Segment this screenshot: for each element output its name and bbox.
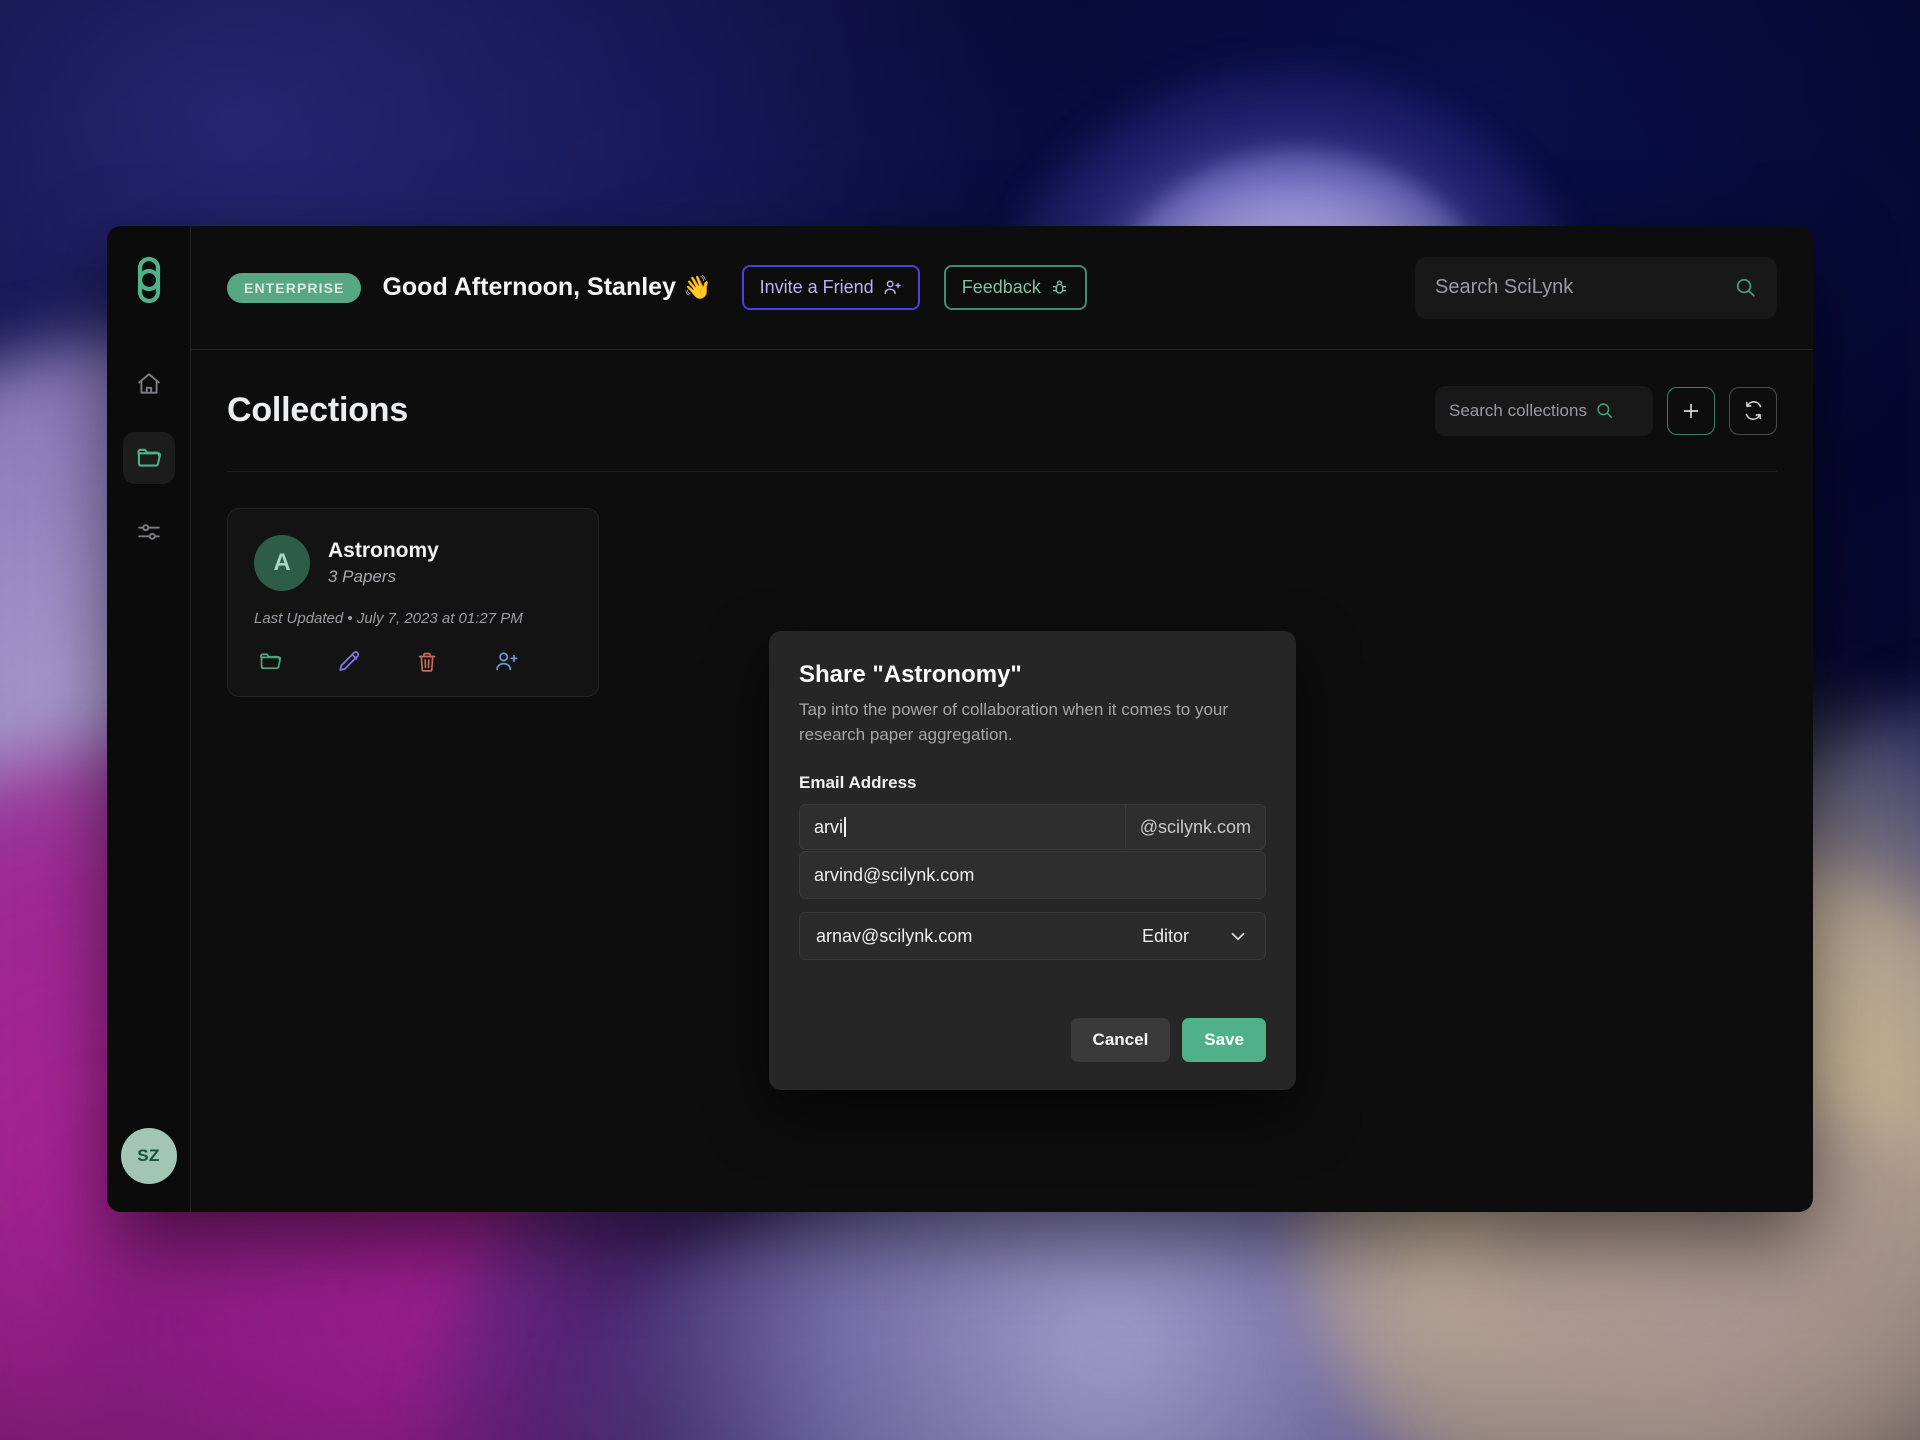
invite-a-friend-label: Invite a Friend [759,277,874,297]
app-window: SZ ENTERPRISE Good Afternoon, Stanley 👋 I… [107,226,1813,1212]
share-collection-modal: Share "Astronomy" Tap into the power of … [769,631,1296,1091]
global-search-placeholder: Search SciLynk [1435,276,1574,298]
suggestion-email: arvind@scilynk.com [814,864,975,885]
collection-card-header: A Astronomy 3 Papers [254,535,572,591]
avatar-initials: SZ [137,1146,160,1165]
edit-collection-button[interactable] [337,649,416,674]
plan-badge-label: ENTERPRISE [244,279,345,296]
collections-header: Collections Search collections [227,350,1777,472]
share-collection-button[interactable] [494,649,573,674]
collections-search-input[interactable]: Search collections [1435,385,1653,436]
email-address-label: Email Address [799,773,917,793]
collection-card-actions [254,649,572,674]
pencil-icon [338,651,359,671]
email-domain-suffix: @scilynk.com [1124,805,1265,850]
shared-user-role-value: Editor [1141,925,1189,946]
refresh-button[interactable] [1729,386,1777,435]
sidebar-item-home[interactable] [123,358,175,410]
folder-open-icon [260,653,282,670]
collection-card-titles: Astronomy 3 Papers [328,539,439,587]
sidebar-nav [122,358,175,558]
email-input[interactable]: arvi [800,805,1125,849]
collection-avatar: A [254,535,310,591]
collection-paper-count: 3 Papers [328,567,397,586]
modal-description: Tap into the power of collaboration when… [799,700,1229,744]
sidebar: SZ [107,226,191,1212]
feedback-button[interactable]: Feedback [943,265,1087,310]
plan-badge: ENTERPRISE [227,272,362,303]
search-icon [1597,403,1612,419]
bug-icon [1052,280,1066,294]
home-icon [137,373,160,394]
sidebar-item-settings[interactable] [123,506,175,558]
app-logo[interactable] [126,250,172,310]
page-title: Collections [227,391,409,429]
greeting-text: Good Afternoon, Stanley [382,273,676,301]
scilynk-link-logo-icon [137,256,160,304]
email-input-row: arvi @scilynk.com [799,804,1266,851]
delete-collection-button[interactable] [415,650,494,674]
chevron-down-icon[interactable] [1227,925,1249,947]
sliders-icon [137,524,160,540]
refresh-icon [1745,401,1761,420]
email-suggestions-dropdown: arvind@scilynk.com [799,851,1266,900]
greeting: Good Afternoon, Stanley 👋 [382,273,711,302]
trash-icon [418,652,436,672]
shared-user-row[interactable]: arnav@scilynk.com Editor [799,912,1266,961]
collections-search-placeholder: Search collections [1449,400,1587,420]
feedback-label: Feedback [961,277,1041,297]
collection-card[interactable]: A Astronomy 3 Papers Last Updated • July… [227,508,599,697]
email-input-value: arvi [814,816,844,837]
waving-hand-icon: 👋 [683,274,712,300]
collection-last-updated: Last Updated • July 7, 2023 at 01:27 PM [254,610,523,627]
modal-footer: Cancel Save [799,1018,1266,1063]
avatar[interactable]: SZ [120,1128,177,1184]
list-item[interactable]: arvind@scilynk.com [800,852,1265,898]
content-area: Collections Search collections A Astrono… [191,350,1813,1212]
folder-open-icon [136,448,161,467]
collection-avatar-initial: A [273,549,291,576]
plus-icon [1683,403,1699,418]
open-collection-button[interactable] [254,649,337,674]
collection-name: Astronomy [328,539,439,562]
sidebar-item-collections[interactable] [122,432,175,484]
shared-user-email: arnav@scilynk.com [816,925,973,946]
global-search-input[interactable]: Search SciLynk [1415,256,1777,319]
modal-title: Share "Astronomy" [799,661,1022,688]
search-icon [1736,278,1755,297]
invite-a-friend-button[interactable]: Invite a Friend [741,265,920,310]
add-collection-button[interactable] [1667,386,1715,435]
person-add-icon [495,652,518,671]
cancel-button[interactable]: Cancel [1070,1018,1171,1063]
topbar: ENTERPRISE Good Afternoon, Stanley 👋 Invi… [191,226,1813,350]
save-button[interactable]: Save [1182,1018,1266,1063]
main-column: ENTERPRISE Good Afternoon, Stanley 👋 Invi… [191,226,1813,1212]
person-add-icon [884,280,901,295]
text-caret [844,817,846,838]
